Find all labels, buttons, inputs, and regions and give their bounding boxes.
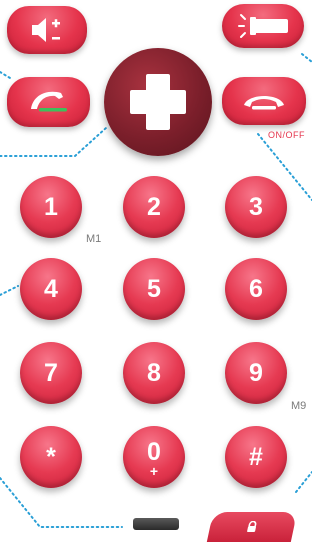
key-2[interactable]: 2 — [123, 176, 185, 238]
key-3[interactable]: 3 — [225, 176, 287, 238]
m1-label: M1 — [86, 233, 102, 245]
keylock-button[interactable] — [206, 512, 298, 542]
key-3-label: 3 — [249, 192, 263, 221]
key-1[interactable]: 1 — [20, 176, 82, 238]
on-off-label: ON/OFF — [268, 130, 305, 140]
key-0-plus-label: + — [149, 463, 159, 479]
key-0[interactable]: 0 + — [123, 426, 185, 488]
m9-label: M9 — [291, 400, 307, 412]
call-button[interactable] — [7, 77, 90, 127]
flashlight-icon — [238, 14, 288, 38]
key-5-label: 5 — [147, 274, 161, 303]
flashlight-button[interactable] — [222, 4, 304, 48]
key-2-label: 2 — [147, 192, 161, 221]
key-6[interactable]: 6 — [225, 258, 287, 320]
call-answer-icon — [31, 91, 67, 112]
key-7-label: 7 — [44, 358, 58, 387]
key-4-label: 4 — [44, 274, 58, 303]
lock-icon — [247, 521, 257, 532]
key-star-label: * — [46, 442, 56, 471]
key-8-label: 8 — [147, 358, 161, 387]
key-7[interactable]: 7 — [20, 342, 82, 404]
key-1-label: 1 — [44, 192, 58, 221]
key-hash-label: # — [249, 442, 263, 471]
key-4[interactable]: 4 — [20, 258, 82, 320]
key-hash[interactable]: # — [225, 426, 287, 488]
side-slider-switch[interactable] — [133, 518, 179, 530]
key-9-label: 9 — [249, 358, 263, 387]
phone-keypad: ON/OFF 1 M1 2 3 4 5 6 7 8 9 M9 * 0 + # — [0, 0, 312, 542]
volume-plus-minus-icon — [32, 18, 60, 42]
key-star[interactable]: * — [20, 426, 82, 488]
key-8[interactable]: 8 — [123, 342, 185, 404]
call-end-icon — [244, 96, 284, 110]
key-6-label: 6 — [249, 274, 263, 303]
key-9[interactable]: 9 — [225, 342, 287, 404]
key-5[interactable]: 5 — [123, 258, 185, 320]
volume-button[interactable] — [7, 6, 87, 54]
hangup-button[interactable] — [222, 77, 306, 125]
key-0-label: 0 — [147, 437, 161, 466]
sos-button[interactable] — [104, 48, 212, 156]
